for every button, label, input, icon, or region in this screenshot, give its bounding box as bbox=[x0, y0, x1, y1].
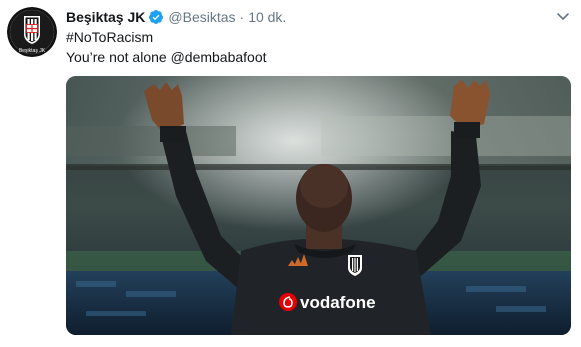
tweet-media-photo[interactable]: vodafone bbox=[66, 76, 571, 335]
separator-dot: · bbox=[239, 9, 245, 25]
handle[interactable]: @Besiktas bbox=[168, 8, 235, 26]
tweet-header: Beşiktaş JK @Besiktas · 10 dk. bbox=[66, 7, 286, 27]
vodafone-logo-icon bbox=[279, 293, 297, 311]
tweet-body-text: You’re not alone bbox=[66, 49, 171, 65]
jersey-sponsor-text: vodafone bbox=[300, 293, 376, 312]
display-name[interactable]: Beşiktaş JK bbox=[66, 8, 145, 26]
verified-badge-icon bbox=[148, 9, 164, 25]
tweet-card: Beşiktaş JK Beşiktaş JK @Besiktas · 10 d… bbox=[0, 0, 581, 347]
chevron-down-icon[interactable] bbox=[555, 8, 571, 24]
avatar[interactable]: Beşiktaş JK bbox=[7, 7, 57, 57]
hashtag-link[interactable]: #NoToRacism bbox=[66, 29, 153, 45]
avatar-caption: Beşiktaş JK bbox=[19, 48, 46, 54]
timestamp[interactable]: 10 dk. bbox=[248, 8, 286, 26]
mention-link[interactable]: @dembabafoot bbox=[171, 49, 267, 65]
tweet-text: #NoToRacism You’re not alone @dembabafoo… bbox=[66, 27, 267, 67]
besiktas-crest-icon: Beşiktaş JK bbox=[7, 7, 57, 57]
